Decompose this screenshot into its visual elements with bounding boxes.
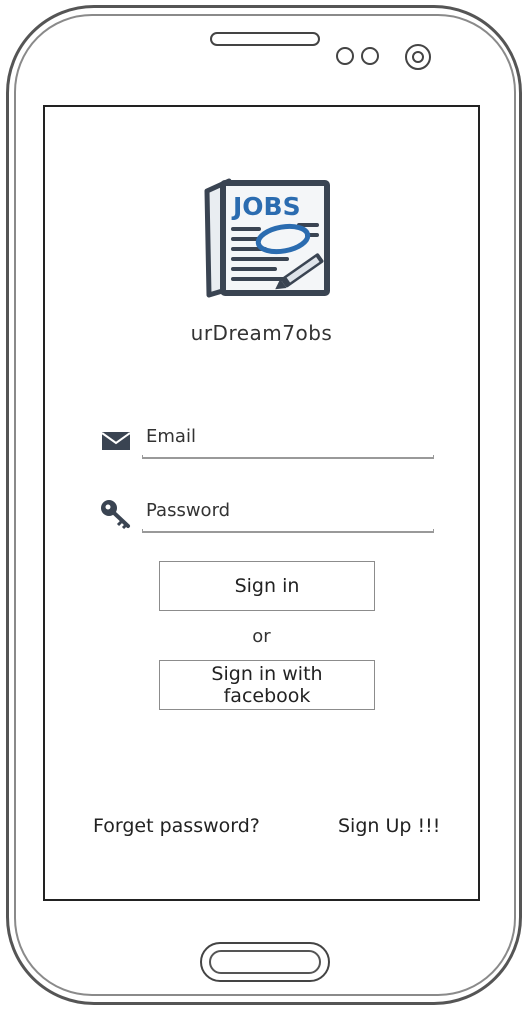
password-row (100, 493, 435, 533)
forgot-password-link[interactable]: Forget password? (93, 815, 260, 837)
password-field[interactable] (142, 495, 432, 525)
envelope-icon (101, 432, 131, 450)
jobs-newspaper-logo-icon: JOBS (204, 178, 330, 298)
email-row (100, 419, 435, 459)
phone-sensor-right (361, 47, 379, 65)
home-button[interactable] (200, 942, 330, 982)
app-name: urDream7obs (190, 321, 333, 345)
password-underline (142, 529, 434, 533)
sign-up-link[interactable]: Sign Up !!! (338, 815, 440, 837)
phone-sensor-left (336, 47, 354, 65)
facebook-sign-in-button[interactable]: Sign in with facebook (159, 660, 375, 710)
key-icon (101, 500, 130, 529)
logo-text: JOBS (231, 192, 301, 221)
or-separator: or (252, 626, 271, 647)
login-screen: JOBS urDream7obs Email Sign in or Sign i… (43, 105, 480, 901)
front-camera-icon (405, 44, 431, 70)
email-field[interactable] (142, 421, 432, 451)
email-underline (142, 455, 434, 459)
sign-in-button[interactable]: Sign in (159, 561, 375, 611)
phone-speaker (210, 32, 320, 46)
